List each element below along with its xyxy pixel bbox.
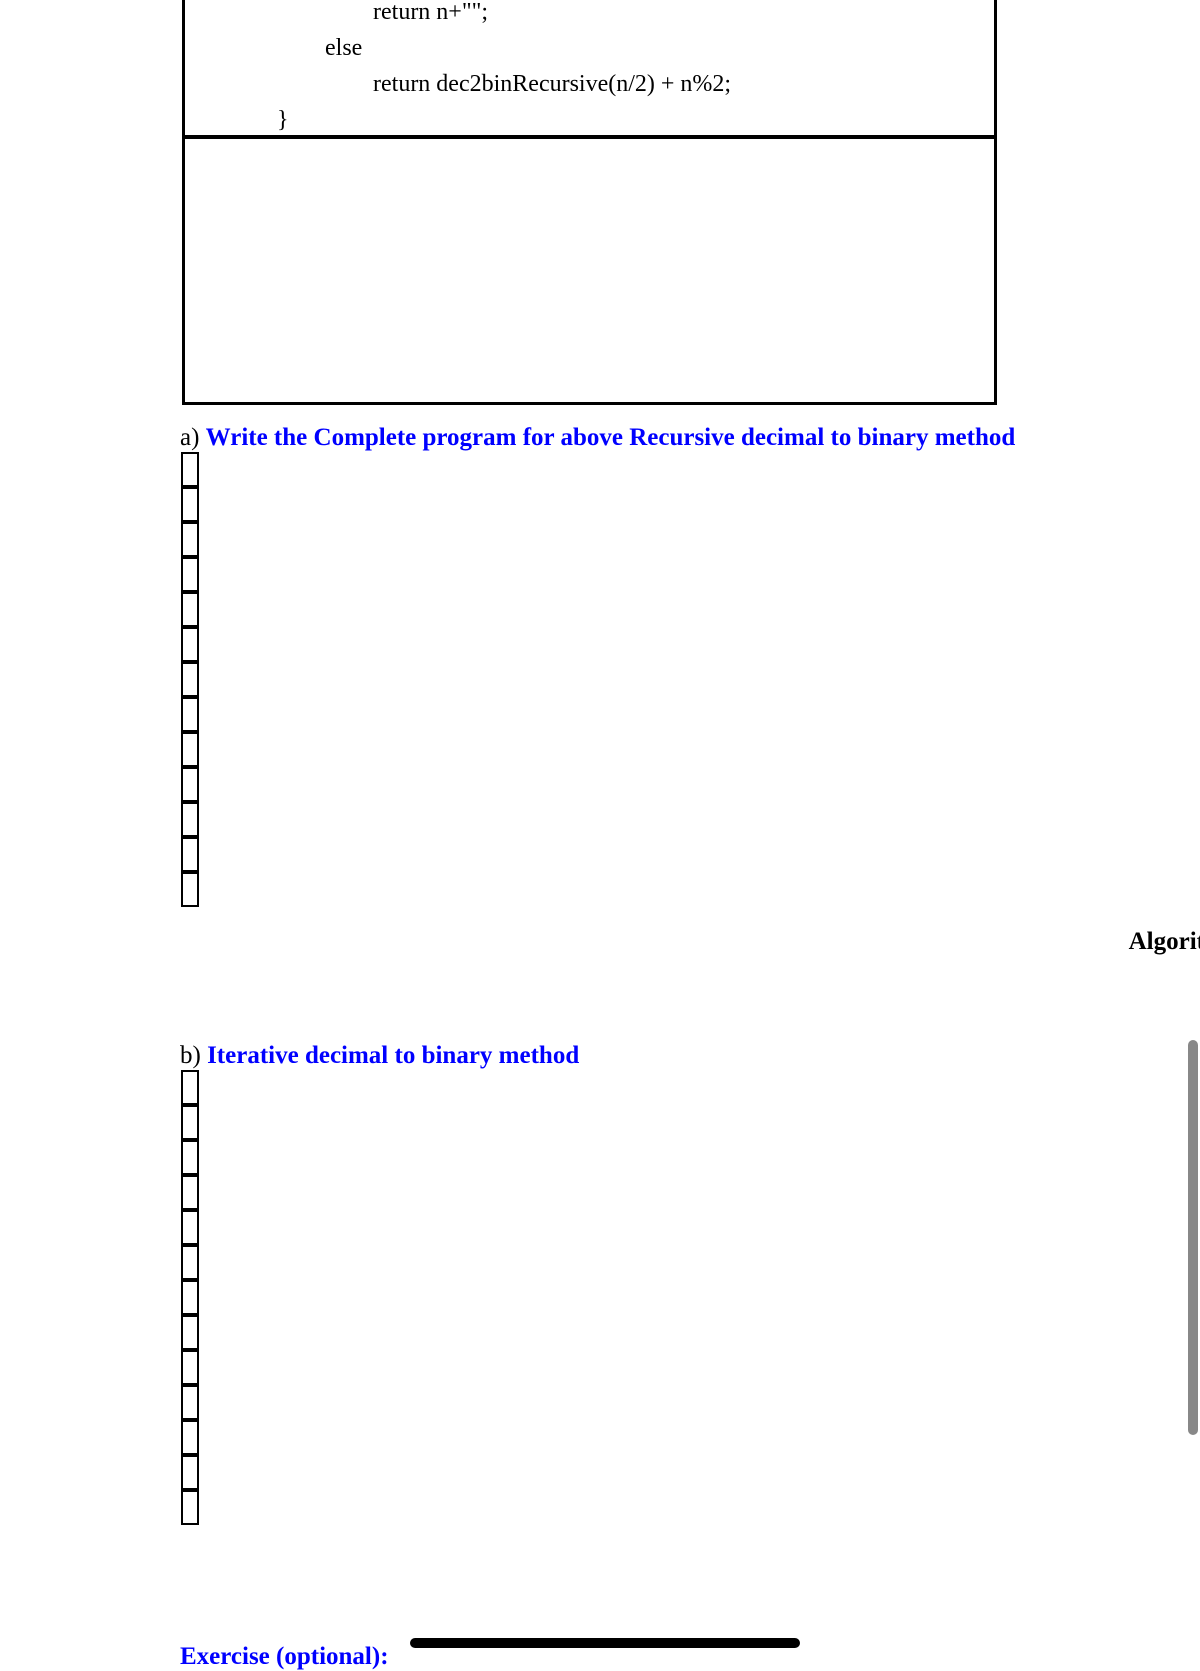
answer-cell[interactable] (181, 1175, 199, 1210)
prompt-a: a) Write the Complete program for above … (180, 424, 1015, 452)
answer-cell[interactable] (181, 802, 199, 837)
answer-cell[interactable] (181, 592, 199, 627)
answer-cell[interactable] (181, 1245, 199, 1280)
horizontal-scrollbar-thumb[interactable] (410, 1638, 800, 1648)
prompt-a-text: Write the Complete program for above Rec… (206, 424, 1016, 451)
code-snippet: return n+""; else return dec2binRecursiv… (185, 0, 994, 142)
answer-cell[interactable] (181, 1385, 199, 1420)
answer-cell[interactable] (181, 1140, 199, 1175)
prompt-a-label: a) (180, 424, 206, 451)
code-line-2: else (205, 35, 362, 61)
prompt-b-text: Iterative decimal to binary method (207, 1042, 579, 1069)
code-line-3: return dec2binRecursive(n/2) + n%2; (205, 71, 731, 97)
answer-cell[interactable] (181, 522, 199, 557)
answer-cell[interactable] (181, 1315, 199, 1350)
answer-cell[interactable] (181, 627, 199, 662)
horizontal-scrollbar-track[interactable] (0, 1638, 1200, 1652)
answer-cell[interactable] (181, 1490, 199, 1525)
code-box-upper: return n+""; else return dec2binRecursiv… (182, 0, 997, 142)
answer-cell[interactable] (181, 697, 199, 732)
answer-cells-b (181, 1070, 199, 1525)
answer-cell[interactable] (181, 557, 199, 592)
answer-cell[interactable] (181, 1280, 199, 1315)
answer-cells-a (181, 452, 199, 907)
prompt-b-label: b) (180, 1042, 207, 1069)
code-line-4: } (205, 107, 289, 133)
answer-cell[interactable] (181, 1105, 199, 1140)
answer-cell[interactable] (181, 732, 199, 767)
answer-cell[interactable] (181, 1210, 199, 1245)
answer-cell[interactable] (181, 487, 199, 522)
answer-cell[interactable] (181, 1070, 199, 1105)
answer-cell[interactable] (181, 767, 199, 802)
answer-cell[interactable] (181, 1350, 199, 1385)
empty-box (182, 135, 997, 405)
vertical-scrollbar-track[interactable] (1186, 0, 1200, 1652)
vertical-scrollbar-thumb[interactable] (1188, 1040, 1198, 1435)
answer-cell[interactable] (181, 1420, 199, 1455)
document-page: return n+""; else return dec2binRecursiv… (0, 0, 1200, 1652)
answer-cell[interactable] (181, 837, 199, 872)
code-line-1: return n+""; (205, 0, 488, 25)
answer-cell[interactable] (181, 872, 199, 907)
answer-cell[interactable] (181, 452, 199, 487)
prompt-b: b) Iterative decimal to binary method (180, 1042, 579, 1070)
answer-cell[interactable] (181, 1455, 199, 1490)
answer-cell[interactable] (181, 662, 199, 697)
